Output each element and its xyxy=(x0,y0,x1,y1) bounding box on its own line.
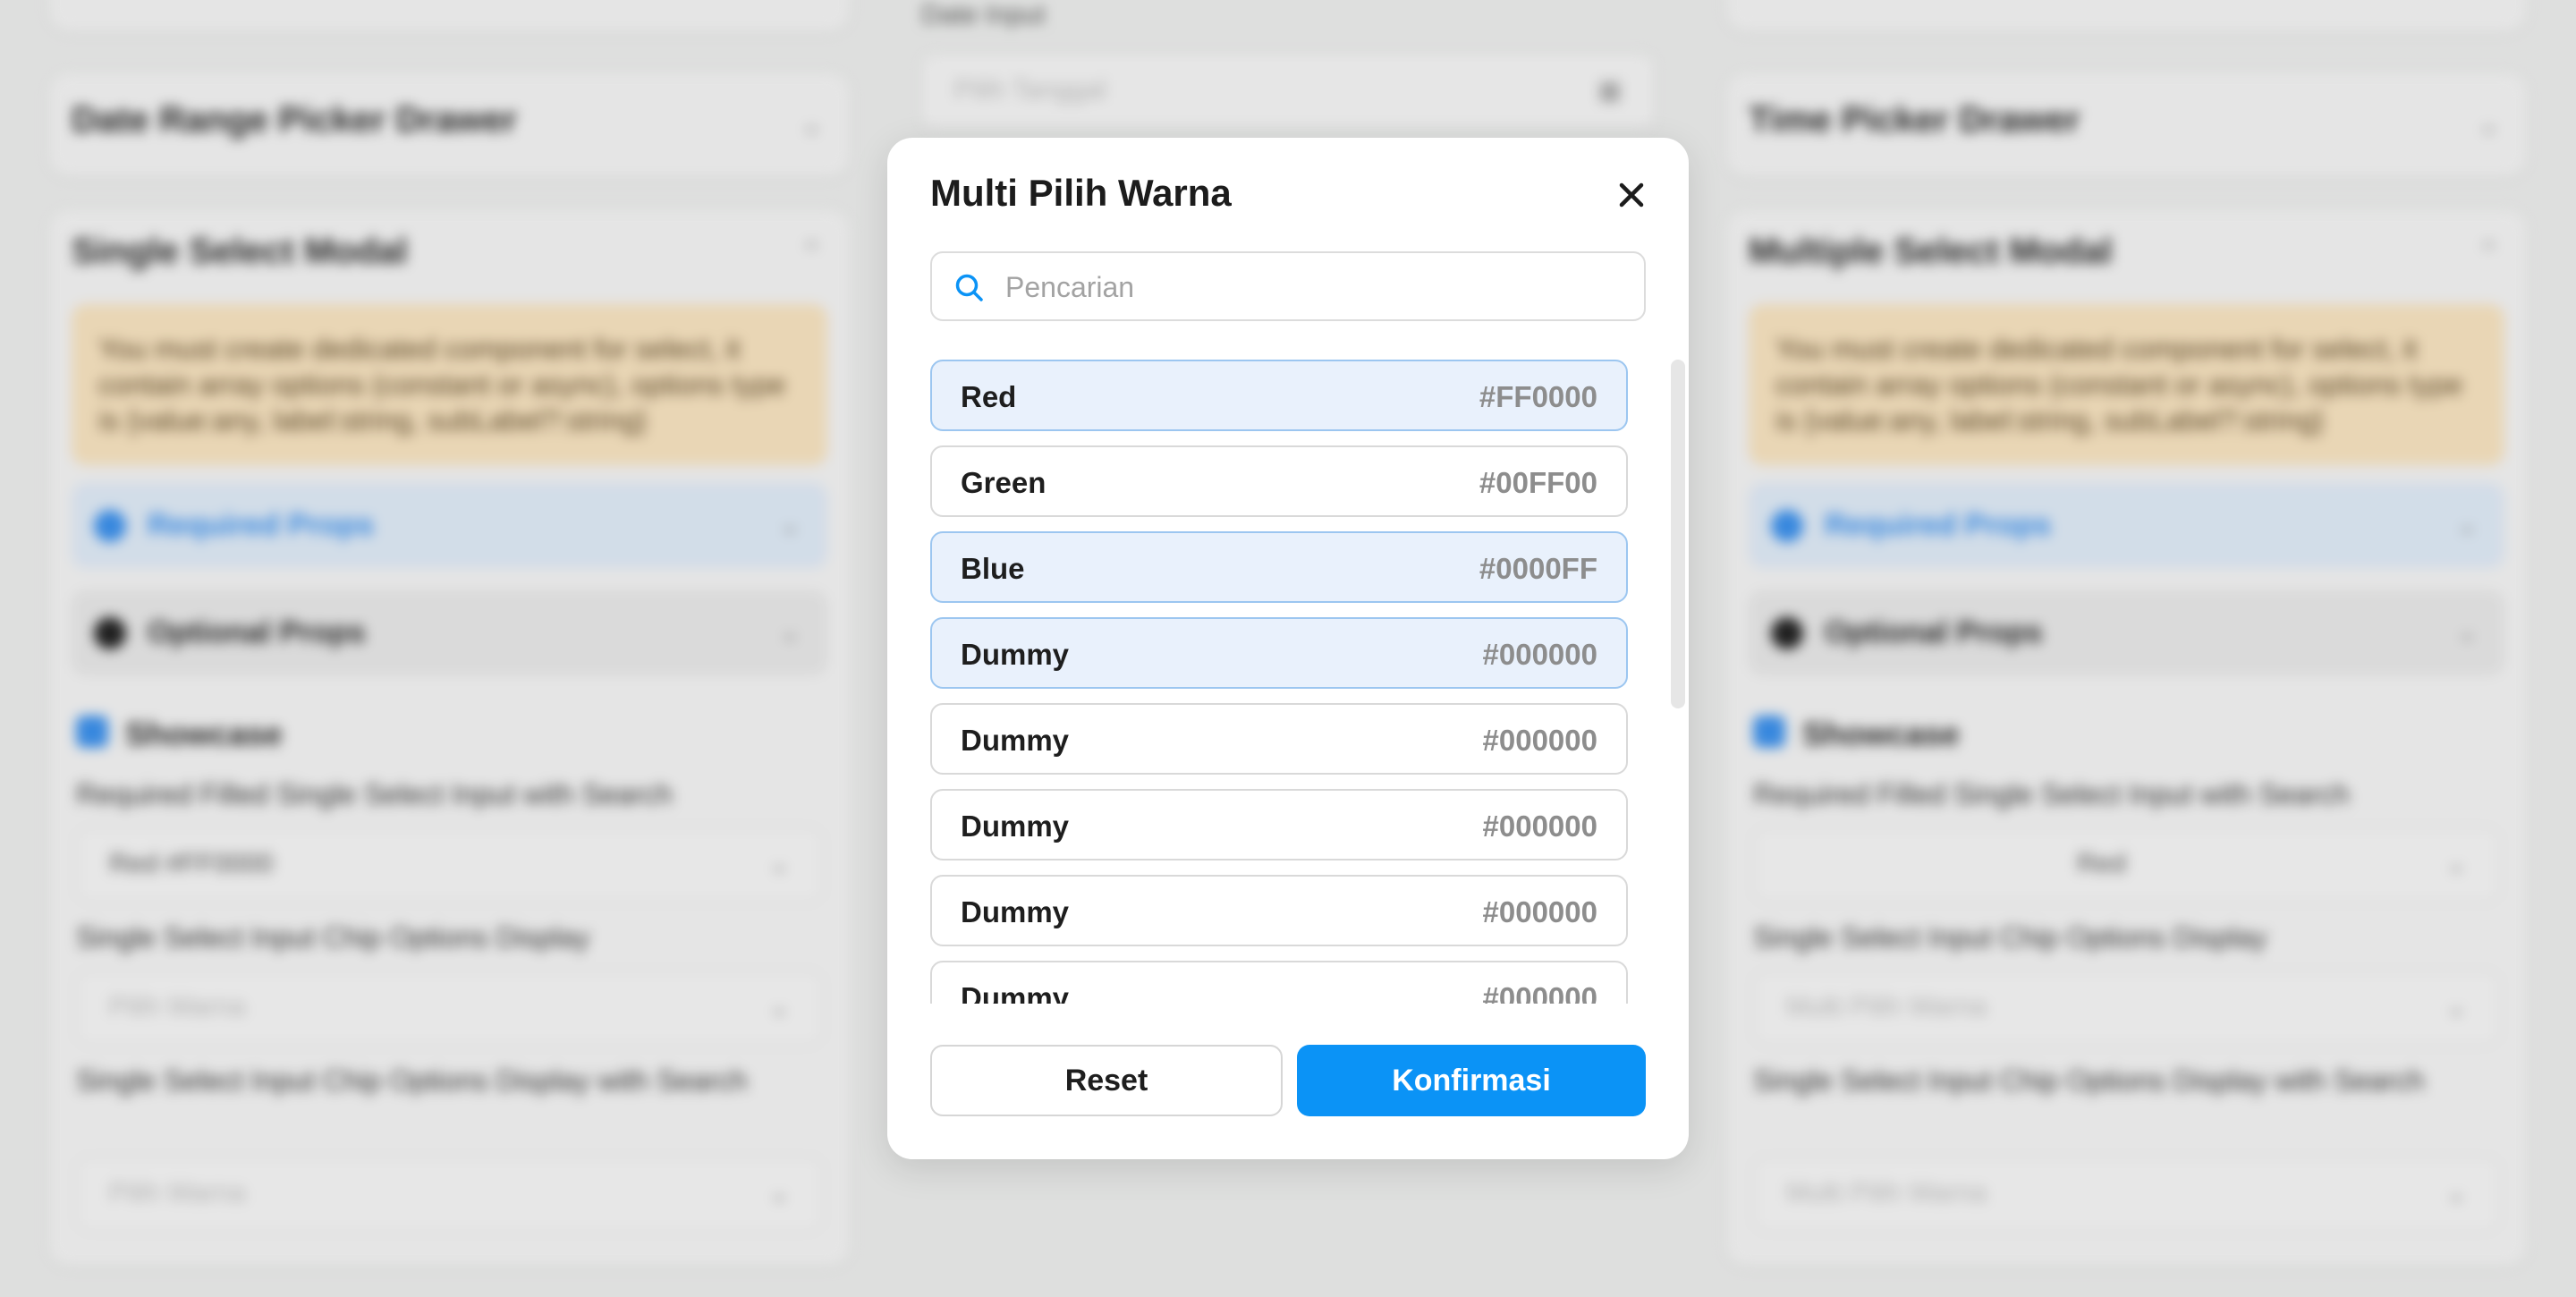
option-item[interactable]: Blue #0000FF xyxy=(930,531,1628,603)
list-scrollbar[interactable] xyxy=(1671,360,1685,708)
confirm-button[interactable]: Konfirmasi xyxy=(1297,1045,1646,1116)
options-list: Red #FF0000 Green #00FF00 Blue #0000FF D… xyxy=(930,360,1628,1004)
option-name: Dummy xyxy=(961,638,1070,671)
option-item[interactable]: Dummy #000000 xyxy=(930,789,1628,860)
close-icon xyxy=(1619,182,1644,208)
option-hex: #000000 xyxy=(1482,638,1597,671)
option-name: Dummy xyxy=(961,895,1070,928)
modal-title: Multi Pilih Warna xyxy=(930,172,1232,214)
option-item[interactable]: Dummy #000000 xyxy=(930,617,1628,689)
search-icon xyxy=(955,274,983,301)
option-item[interactable]: Dummy #000000 xyxy=(930,875,1628,946)
option-item[interactable]: Red #FF0000 xyxy=(930,360,1628,431)
option-name: Dummy xyxy=(961,810,1070,843)
close-button[interactable] xyxy=(1610,174,1653,216)
reset-button[interactable]: Reset xyxy=(930,1045,1283,1116)
option-item[interactable]: Green #00FF00 xyxy=(930,445,1628,517)
search-input[interactable] xyxy=(1004,253,1626,321)
option-hex: #0000FF xyxy=(1479,552,1597,585)
option-name: Green xyxy=(961,466,1046,499)
option-hex: #000000 xyxy=(1482,724,1597,757)
multi-select-modal: Multi Pilih Warna Red #FF0000 Green #00F… xyxy=(887,138,1689,1159)
option-name: Dummy xyxy=(961,724,1070,757)
option-name: Blue xyxy=(961,552,1025,585)
option-item[interactable]: Dummy #000000 xyxy=(930,961,1628,1004)
option-hex: #00FF00 xyxy=(1479,466,1597,499)
option-hex: #000000 xyxy=(1482,895,1597,928)
option-hex: #FF0000 xyxy=(1479,380,1597,413)
option-item[interactable]: Dummy #000000 xyxy=(930,703,1628,775)
option-hex: #000000 xyxy=(1482,810,1597,843)
search-box xyxy=(930,251,1646,321)
option-hex: #000000 xyxy=(1482,981,1597,1004)
option-name: Dummy xyxy=(961,981,1070,1004)
option-name: Red xyxy=(961,380,1017,413)
